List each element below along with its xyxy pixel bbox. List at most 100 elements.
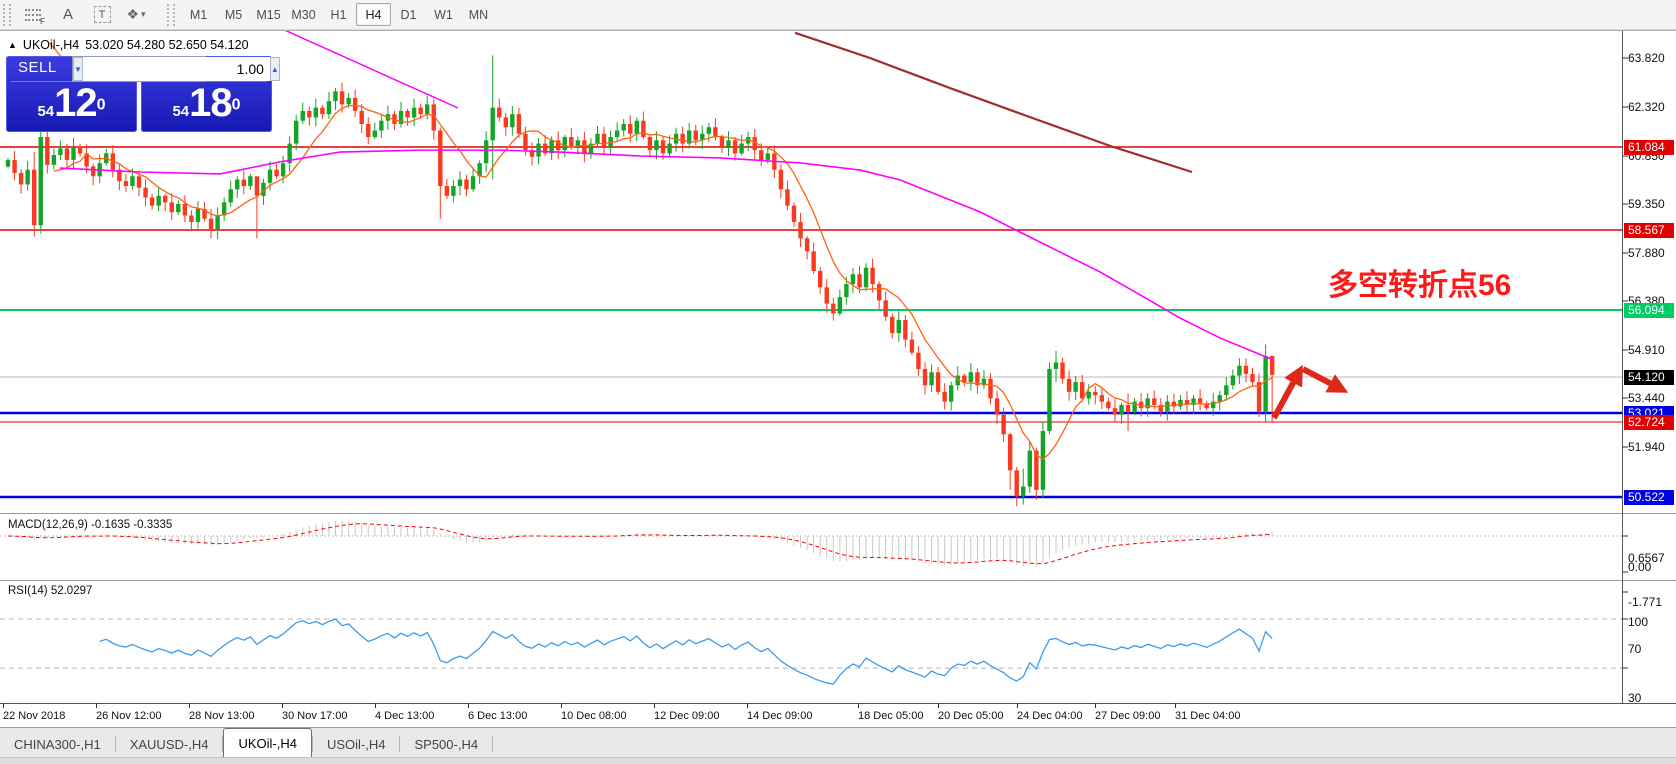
volume-increase-button[interactable]: ▲ [269, 57, 280, 81]
sell-price: 54120 [37, 81, 106, 125]
candle [464, 179, 469, 190]
candle [791, 205, 797, 222]
candle [1093, 391, 1098, 396]
candle [1099, 395, 1105, 402]
candle [811, 251, 816, 271]
candle [523, 133, 528, 151]
candle [942, 391, 947, 402]
time-tick-label: 22 Nov 2018 [3, 710, 66, 722]
candle [143, 187, 148, 198]
candle [176, 204, 181, 213]
indicator-axis-tick: 0.00 [1628, 560, 1652, 574]
timeframe-button-w1[interactable]: W1 [426, 3, 461, 26]
candle [1014, 470, 1019, 497]
collapse-panel-icon[interactable]: ▲ [8, 40, 17, 50]
candle [634, 120, 639, 134]
timeframe-button-m15[interactable]: M15 [251, 3, 286, 26]
candle [411, 107, 417, 118]
analyst-note-text[interactable]: 多空转折点56 [1328, 260, 1511, 304]
candle [71, 146, 76, 160]
candle [536, 143, 541, 157]
candle [601, 133, 607, 147]
volume-input[interactable] [82, 57, 270, 81]
timeframe-button-d1[interactable]: D1 [391, 3, 426, 26]
candle [909, 339, 915, 353]
candle [1047, 368, 1052, 432]
timeframe-button-h4[interactable]: H4 [356, 3, 391, 26]
timeframe-button-mn[interactable]: MN [461, 3, 496, 26]
timeframe-button-m1[interactable]: M1 [181, 3, 216, 26]
candle [339, 91, 345, 105]
candle [241, 179, 246, 187]
candle [490, 107, 495, 141]
candle [32, 169, 37, 226]
time-tick-label: 4 Dec 13:00 [375, 710, 435, 722]
candle [169, 202, 174, 213]
toolbar-grip[interactable] [3, 3, 11, 26]
candle [1027, 450, 1032, 487]
candle [1112, 408, 1118, 415]
indicator-axis-tick: 70 [1628, 642, 1642, 656]
candle [628, 123, 633, 134]
time-tick-label: 18 Dec 05:00 [858, 710, 924, 722]
text-label-tool-icon[interactable]: A [53, 3, 83, 27]
chart-title: ▲ UKOil-,H4 53.020 54.280 52.650 54.120 [8, 38, 249, 52]
candle [818, 270, 823, 288]
fibonacci-tool-icon[interactable]: F [19, 3, 49, 27]
candle [726, 140, 731, 147]
indicator-axis-tick: 100 [1628, 615, 1649, 629]
candle [379, 120, 384, 131]
candle [562, 137, 567, 151]
time-tick-label: 10 Dec 08:00 [561, 710, 627, 722]
volume-decrease-button[interactable]: ▼ [73, 57, 83, 81]
candle [51, 155, 57, 165]
price-tick: 63.820 [1628, 51, 1665, 65]
candle [326, 101, 332, 115]
candle [425, 104, 430, 115]
candle [156, 195, 161, 206]
candle [765, 153, 770, 160]
candle [1125, 404, 1131, 412]
candle [706, 127, 712, 134]
chart-tab-usoilh4[interactable]: USOil-,H4 [313, 731, 400, 757]
candle [1158, 404, 1163, 412]
candle [248, 176, 253, 187]
text-box-tool-icon[interactable]: T [87, 3, 117, 27]
candle [641, 120, 646, 138]
candle [254, 176, 260, 196]
candle [1250, 373, 1255, 383]
candle [988, 378, 993, 399]
candle [208, 218, 214, 231]
candle [5, 159, 11, 167]
chart-tab-xauusdh4[interactable]: XAUUSD-,H4 [116, 731, 223, 757]
volume-stepper: ▼ ▲ [72, 56, 280, 82]
candle [451, 186, 456, 196]
candle [483, 140, 489, 164]
candle [136, 176, 142, 188]
candle [516, 114, 522, 134]
candle [1001, 414, 1006, 435]
chart-tab-sp500h4[interactable]: SP500-,H4 [400, 731, 492, 757]
candle [929, 372, 934, 386]
chart-tab-ukoilh4[interactable]: UKOil-,H4 [223, 728, 312, 757]
timeframe-button-h1[interactable]: H1 [321, 3, 356, 26]
chart-area[interactable]: ▲ UKOil-,H4 53.020 54.280 52.650 54.120 … [0, 30, 1676, 727]
time-tick-label: 26 Nov 12:00 [96, 710, 162, 722]
candle [949, 385, 954, 402]
candle [1080, 382, 1085, 399]
candle [824, 287, 829, 304]
timeframe-group: M1 M5 M15 M30 H1 H4 D1 W1 MN [181, 3, 496, 26]
time-tick-label: 6 Dec 13:00 [468, 710, 528, 722]
timeframe-button-m30[interactable]: M30 [286, 3, 321, 26]
candle [320, 107, 325, 115]
candle [215, 215, 220, 231]
trading-app-window: F A T ❖ ▾ M1 M5 M15 M30 H1 H4 D1 W1 MN ▲ UKOil-,… [0, 0, 1676, 764]
shapes-tool-icon[interactable]: ❖ ▾ [121, 3, 151, 27]
candle [372, 130, 377, 138]
candle [850, 274, 856, 285]
candle [195, 208, 201, 222]
toolbar-grip[interactable] [167, 3, 175, 26]
timeframe-button-m5[interactable]: M5 [216, 3, 251, 26]
chart-tab-china300h1[interactable]: CHINA300-,H1 [0, 731, 115, 757]
window-bottom-strip [0, 757, 1676, 764]
